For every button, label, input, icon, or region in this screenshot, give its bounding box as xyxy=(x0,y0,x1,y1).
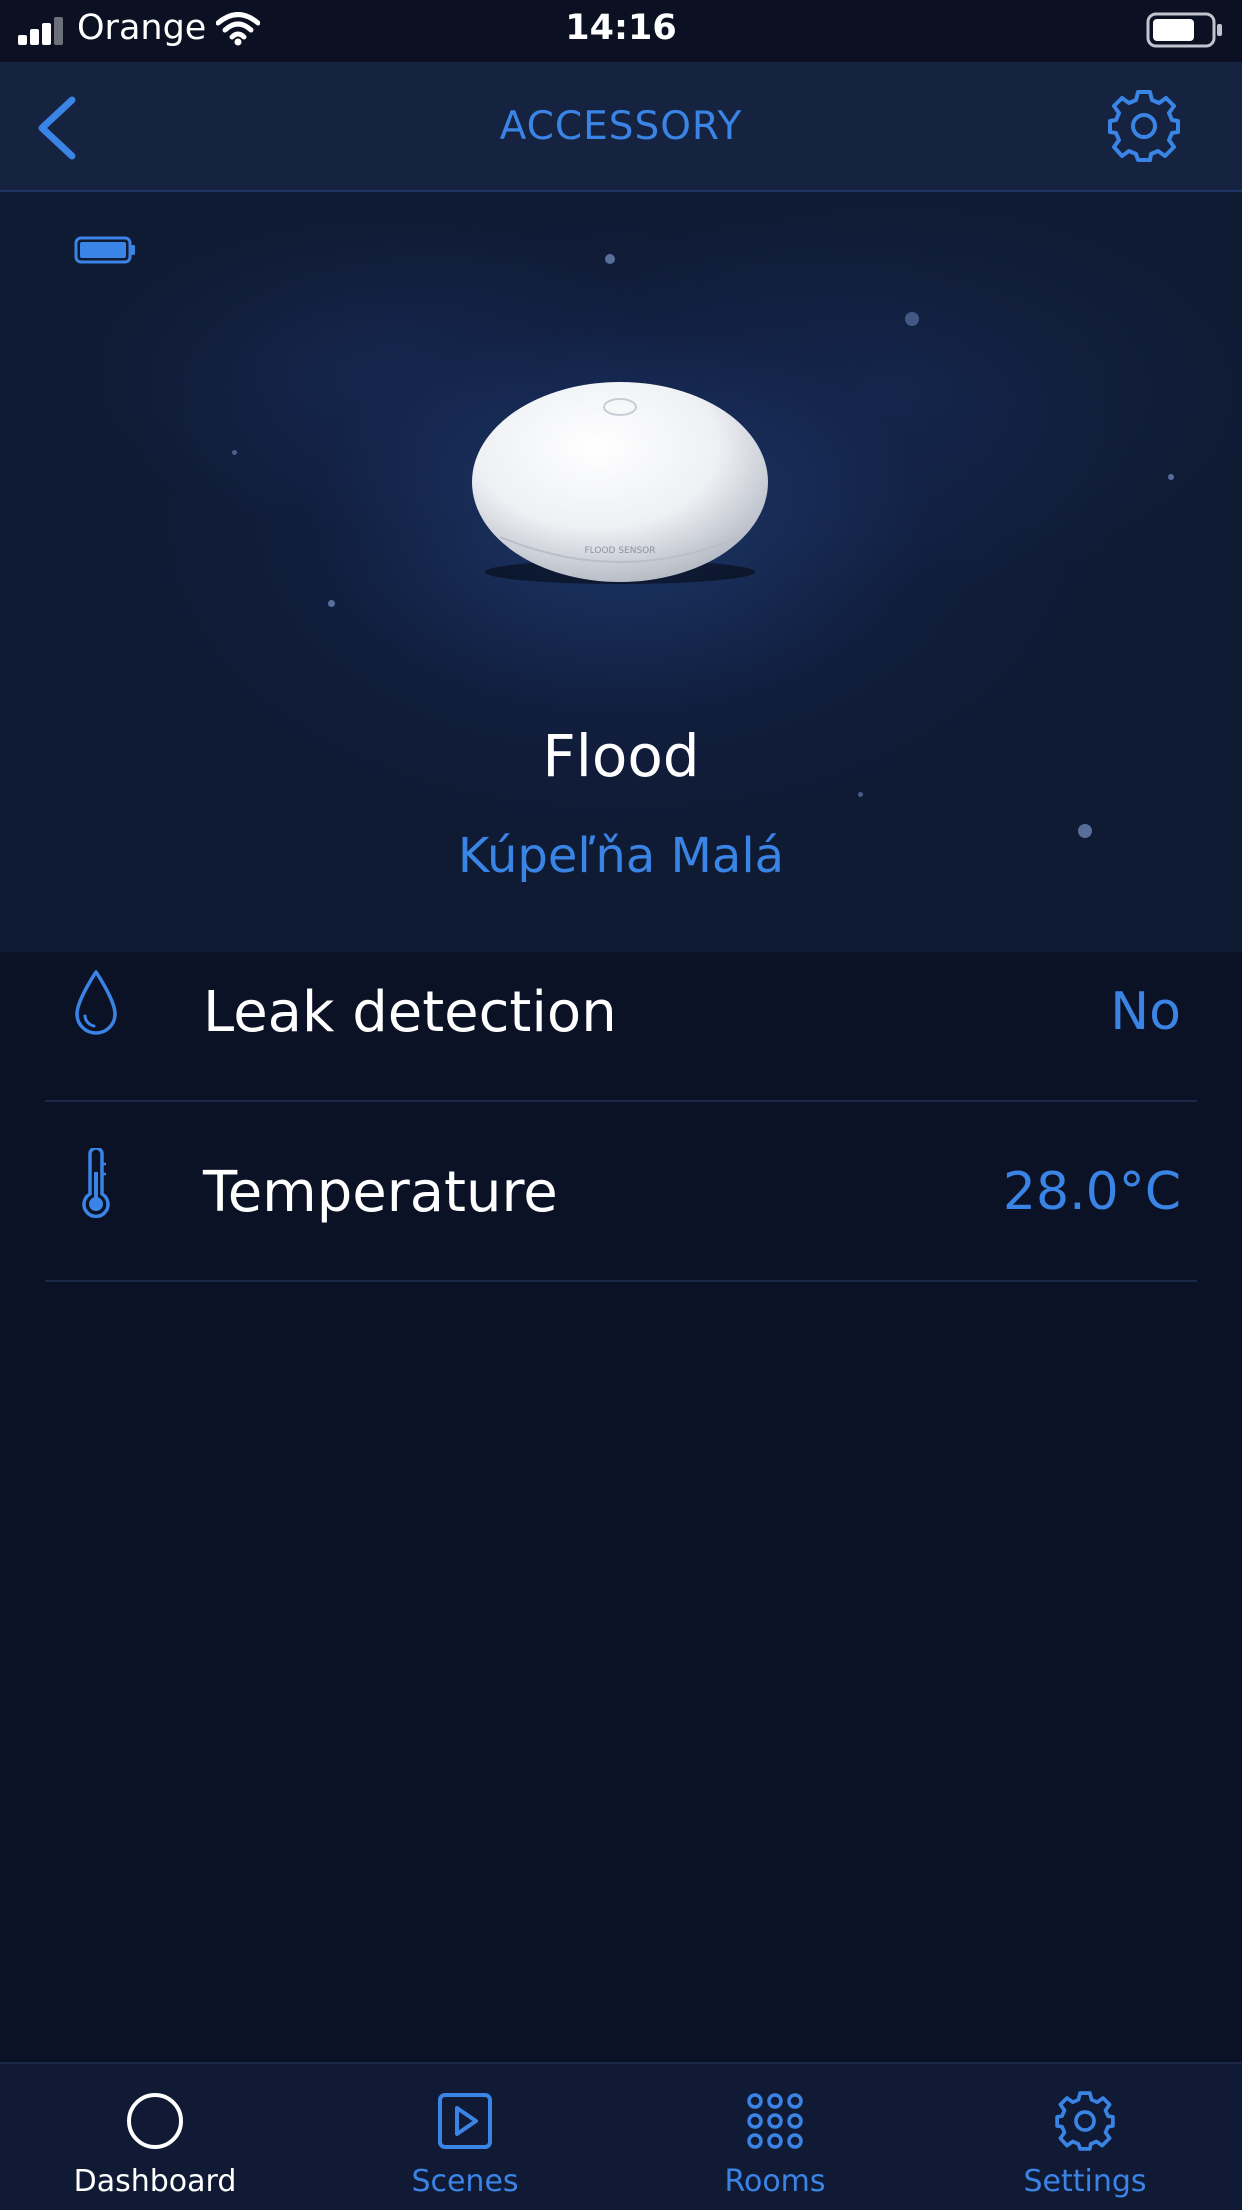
star-decoration xyxy=(328,600,335,607)
row-label: Temperature xyxy=(203,1160,558,1225)
star-decoration xyxy=(858,792,863,797)
gear-icon xyxy=(1055,2091,1115,2151)
status-bar: Orange 14:16 xyxy=(0,0,1242,62)
list-item-temperature[interactable]: Temperature 28.0°C xyxy=(45,1102,1197,1282)
navigation-bar: ACCESSORY xyxy=(0,62,1242,192)
circle-icon xyxy=(127,2093,183,2149)
play-square-icon xyxy=(438,2093,492,2149)
thermometer-icon xyxy=(82,1148,110,1218)
water-drop-icon xyxy=(75,970,117,1035)
tab-scenes[interactable]: Scenes xyxy=(310,2064,620,2210)
tab-label: Scenes xyxy=(411,2164,519,2199)
tab-bar: Dashboard Scenes Rooms Settings xyxy=(0,2062,1242,2210)
tab-dashboard[interactable]: Dashboard xyxy=(0,2064,310,2210)
star-decoration xyxy=(905,312,919,326)
battery-status-icon xyxy=(1146,12,1222,48)
status-time: 14:16 xyxy=(565,8,677,48)
row-value: No xyxy=(1110,982,1181,1042)
tab-rooms[interactable]: Rooms xyxy=(620,2064,930,2210)
device-logo-text: FLOOD SENSOR xyxy=(584,546,655,556)
flood-sensor-image: FLOOD SENSOR xyxy=(472,382,768,584)
device-battery-icon xyxy=(74,236,135,264)
list-item-leak-detection[interactable]: Leak detection No xyxy=(45,922,1197,1102)
star-decoration xyxy=(605,254,615,264)
page-title: ACCESSORY xyxy=(499,104,743,149)
tab-label: Settings xyxy=(1023,2164,1147,2199)
row-value: 28.0°C xyxy=(1002,1162,1181,1222)
gear-icon[interactable] xyxy=(1106,88,1182,164)
device-name: Flood xyxy=(542,722,700,790)
grid-dots-icon xyxy=(747,2093,803,2149)
star-decoration xyxy=(1168,474,1174,480)
tab-label: Dashboard xyxy=(73,2164,237,2199)
device-hero: FLOOD SENSOR Flood Kúpeľňa Malá xyxy=(0,192,1242,952)
device-room: Kúpeľňa Malá xyxy=(457,828,785,884)
tab-settings[interactable]: Settings xyxy=(930,2064,1240,2210)
star-decoration xyxy=(232,450,237,455)
row-label: Leak detection xyxy=(203,980,617,1045)
tab-label: Rooms xyxy=(724,2164,826,2199)
